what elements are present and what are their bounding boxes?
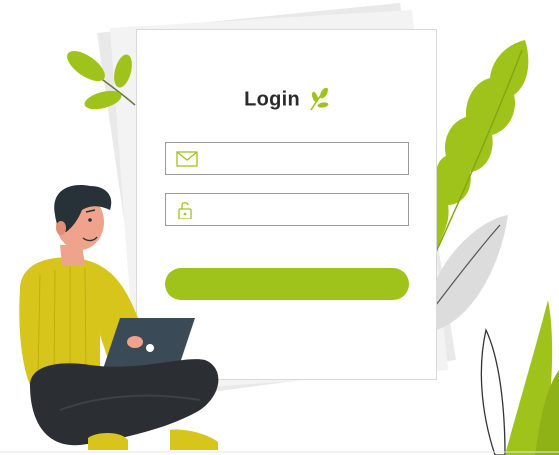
login-illustration: Login <box>0 0 559 455</box>
person-illustration <box>19 185 219 450</box>
right-shoe-shape <box>170 429 218 450</box>
laptop-logo-shape <box>146 344 154 352</box>
eye-shape <box>88 218 92 222</box>
hand-shape <box>127 336 143 348</box>
ear-shape <box>56 221 66 235</box>
